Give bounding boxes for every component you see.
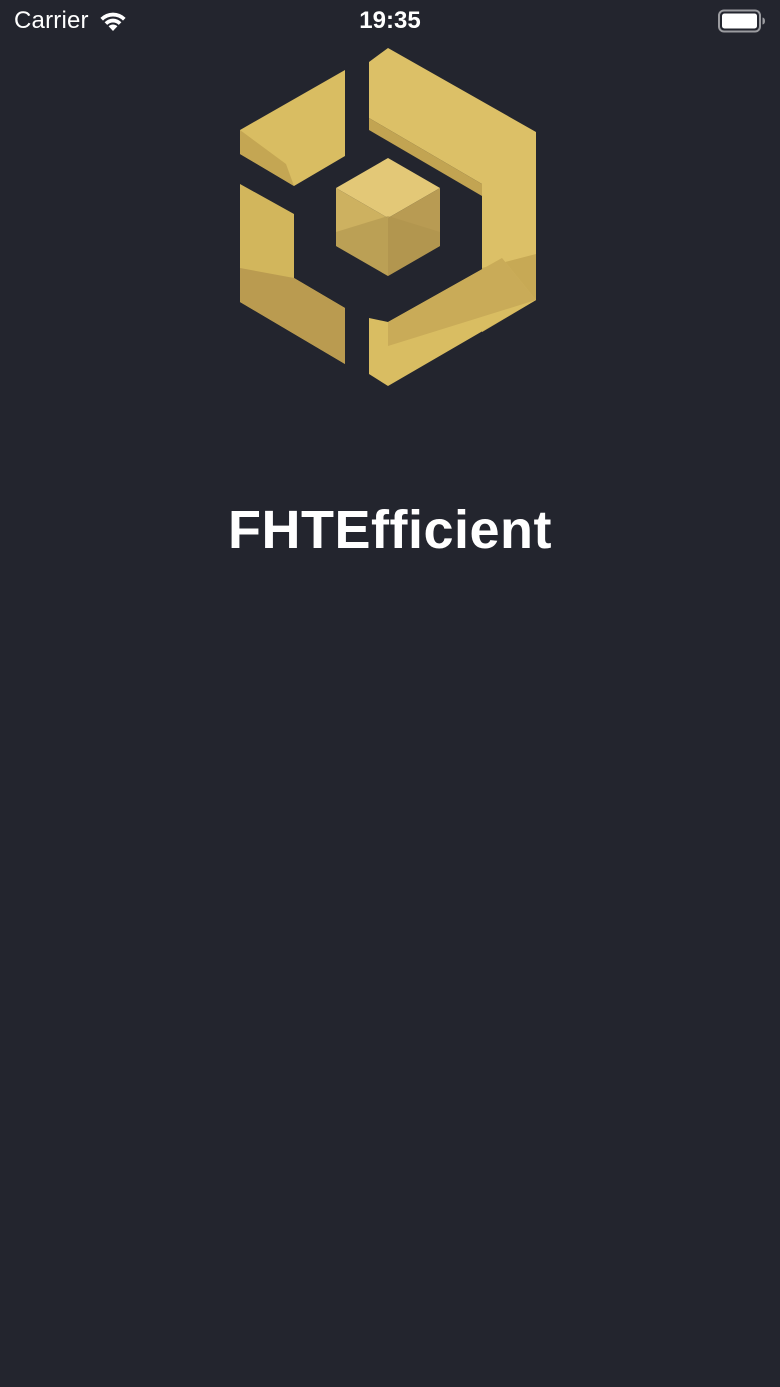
app-logo-icon [240,48,536,386]
status-bar: Carrier 19:35 [0,0,780,44]
status-time: 19:35 [359,7,421,34]
logo-plate-top-left [240,70,345,186]
logo-plate-left-shade [240,268,345,364]
splash-screen: Carrier 19:35 FHTEfficient [0,0,780,1387]
battery-full-icon [718,9,765,33]
app-title: FHTEfficient [228,500,552,560]
